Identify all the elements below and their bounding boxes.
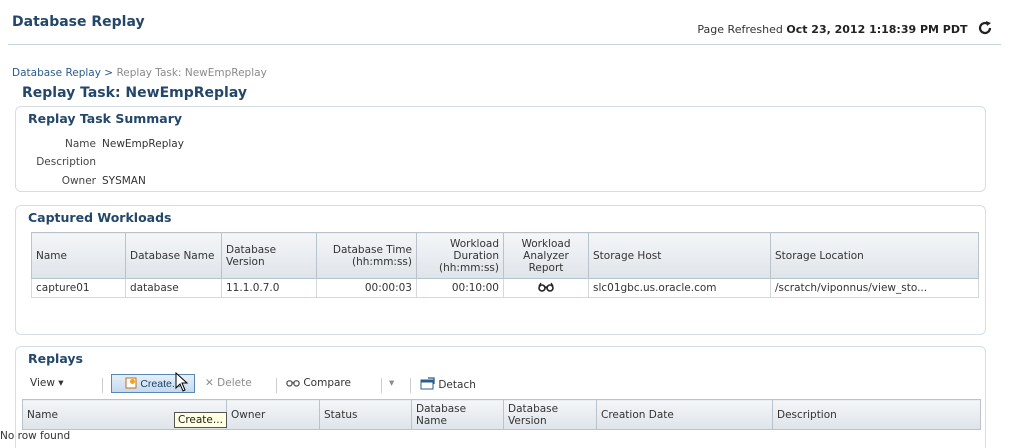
glasses-icon — [286, 377, 303, 389]
cell-database-time: 00:00:03 — [316, 278, 417, 298]
col-header-database-name[interactable]: Database Name — [125, 232, 222, 279]
create-tooltip: Create... — [174, 412, 227, 428]
col-header-owner[interactable]: Owner — [226, 399, 320, 430]
breadcrumb-separator: > — [104, 67, 114, 79]
table-header-row: Name Owner Status Database Name Database… — [22, 399, 981, 430]
cell-storage-host: slc01gbc.us.oracle.com — [588, 278, 771, 298]
col-header-storage-location[interactable]: Storage Location — [770, 232, 979, 279]
view-label: View — [30, 377, 55, 389]
page-title: Replay Task: NewEmpReplay — [22, 85, 247, 101]
refresh-label: Page Refreshed — [697, 23, 783, 36]
table-header-row: Name Database Name Database Version Data… — [31, 232, 979, 279]
toolbar-divider — [381, 378, 382, 393]
refresh-status: Page Refreshed Oct 23, 2012 1:18:39 PM P… — [697, 20, 993, 39]
replays-title: Replays — [28, 351, 83, 366]
replay-task-summary-panel: Replay Task Summary Name NewEmpReplay De… — [15, 106, 986, 192]
refresh-time: Oct 23, 2012 1:18:39 PM PDT — [786, 23, 968, 36]
col-header-database-time[interactable]: Database Time (hh:mm:ss) — [316, 232, 417, 279]
name-label: Name — [65, 138, 96, 150]
col-header-analyzer-report[interactable]: Workload Analyzer Report — [503, 232, 589, 279]
replays-panel: Replays View ▾ Create... ✕ Delete Compar… — [15, 346, 986, 448]
empty-table-message: No row found — [0, 430, 71, 442]
col-header-storage-host[interactable]: Storage Host — [588, 232, 771, 279]
owner-label: Owner — [61, 175, 96, 187]
col-header-database-version[interactable]: Database Version — [221, 232, 317, 279]
refresh-icon[interactable] — [977, 20, 993, 39]
replays-table: Name Owner Status Database Name Database… — [22, 399, 981, 430]
summary-title: Replay Task Summary — [28, 111, 183, 126]
col-header-name[interactable]: Name — [31, 232, 126, 279]
col-header-workload-duration[interactable]: Workload Duration (hh:mm:ss) — [416, 232, 504, 279]
detach-icon — [420, 377, 438, 391]
delete-button[interactable]: ✕ Delete — [205, 377, 252, 389]
app-title: Database Replay — [12, 14, 145, 30]
breadcrumb-link-database-replay[interactable]: Database Replay — [12, 67, 101, 79]
top-header: Database Replay Page Refreshed Oct 23, 2… — [8, 6, 1001, 45]
col-header-database-version[interactable]: Database Version — [503, 399, 597, 430]
delete-label: Delete — [217, 377, 252, 389]
col-header-database-name[interactable]: Database Name — [411, 399, 504, 430]
caret-down-icon: ▾ — [389, 377, 395, 389]
cell-workload-duration: 00:10:00 — [416, 278, 504, 298]
toolbar-divider — [102, 378, 103, 393]
captured-title: Captured Workloads — [28, 210, 172, 225]
mouse-cursor-icon — [175, 371, 189, 395]
owner-value: SYSMAN — [102, 175, 146, 187]
description-label: Description — [36, 156, 96, 168]
replays-toolbar: View ▾ Create... ✕ Delete Compare ▾ Deta… — [22, 374, 977, 396]
toolbar-divider — [410, 378, 411, 393]
detach-label: Detach — [438, 379, 476, 391]
cell-name: capture01 — [31, 278, 126, 298]
compare-label: Compare — [303, 377, 351, 389]
cell-database-version: 11.1.0.7.0 — [221, 278, 317, 298]
create-icon — [125, 377, 140, 390]
cell-storage-location: /scratch/viponnus/view_sto... — [770, 278, 979, 298]
col-header-creation-date[interactable]: Creation Date — [596, 399, 773, 430]
col-header-status[interactable]: Status — [319, 399, 412, 430]
view-menu[interactable]: View ▾ — [30, 377, 64, 389]
detach-button[interactable]: Detach — [420, 377, 476, 391]
glasses-icon[interactable] — [538, 282, 554, 295]
col-header-description[interactable]: Description — [772, 399, 981, 430]
delete-icon: ✕ — [205, 377, 214, 389]
name-value: NewEmpReplay — [102, 138, 184, 150]
compare-dropdown[interactable]: ▾ — [389, 377, 394, 389]
breadcrumb: Database Replay > Replay Task: NewEmpRep… — [12, 67, 267, 79]
captured-workloads-table: Name Database Name Database Version Data… — [31, 232, 979, 298]
table-row[interactable]: capture01 database 11.1.0.7.0 00:00:03 0… — [31, 278, 979, 298]
toolbar-divider — [276, 378, 277, 393]
captured-workloads-panel: Captured Workloads Name Database Name Da… — [15, 205, 986, 335]
cell-analyzer-report — [503, 278, 589, 298]
compare-button[interactable]: Compare — [286, 377, 351, 389]
caret-down-icon: ▾ — [58, 377, 64, 389]
cell-database-name: database — [125, 278, 222, 298]
breadcrumb-current: Replay Task: NewEmpReplay — [116, 67, 267, 79]
